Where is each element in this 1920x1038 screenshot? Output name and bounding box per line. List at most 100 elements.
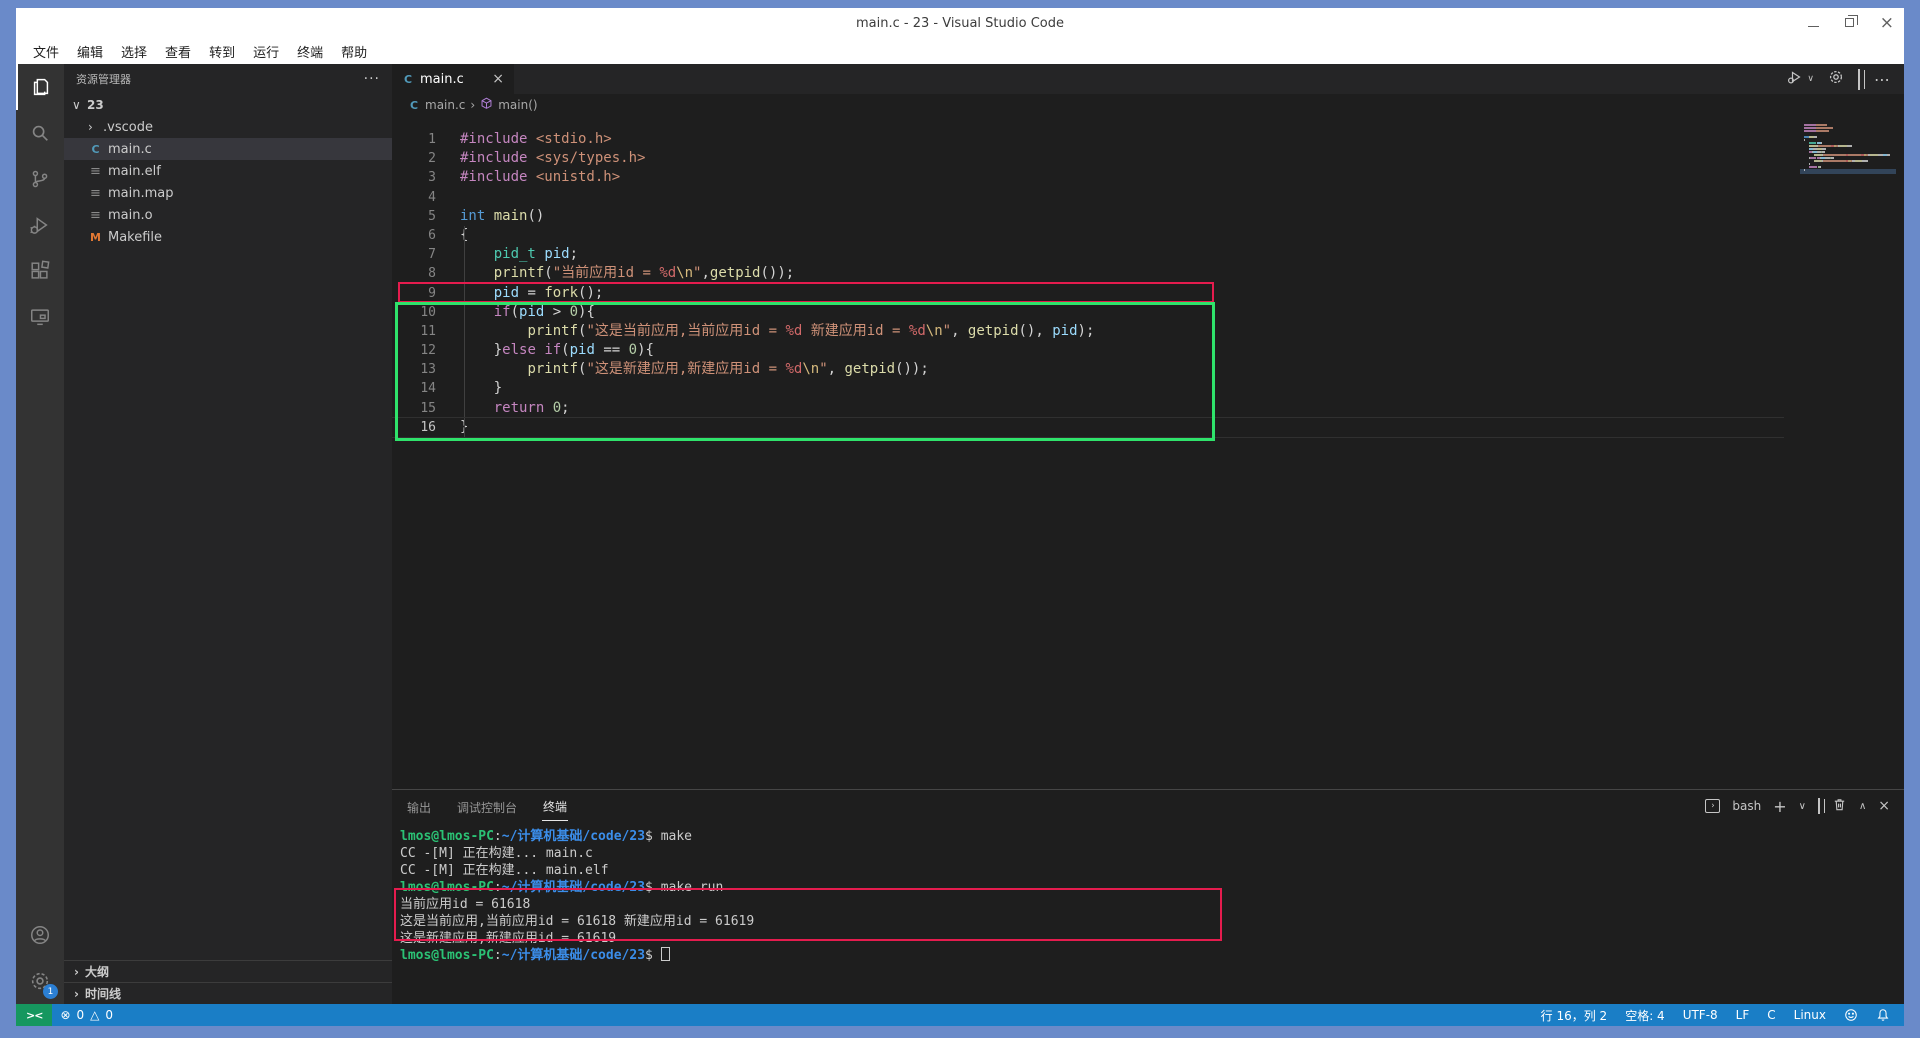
run-debug-button[interactable] [1787, 69, 1803, 89]
file-item-main.map[interactable]: ≡main.map [64, 182, 392, 204]
line-number: 12 [392, 341, 454, 360]
more-actions-icon[interactable]: ⋯ [1874, 70, 1890, 89]
breadcrumb: C main.c › main() [392, 94, 1904, 116]
breadcrumb-symbol[interactable]: main() [498, 98, 537, 112]
code-line-11[interactable]: 11 printf("这是当前应用,当前应用id = %d 新建应用id = %… [392, 322, 1904, 341]
tree-root-folder[interactable]: ∨ 23 [64, 94, 392, 116]
errors-icon: ⊗ [60, 1008, 70, 1022]
code-line-7[interactable]: 7 pid_t pid; [392, 245, 1904, 264]
problems-summary[interactable]: ⊗ 0 △ 0 [52, 1008, 113, 1022]
terminal-line-4: 当前应用id = 61618 [400, 896, 1896, 913]
code-line-1[interactable]: 1#include <stdio.h> [392, 130, 1904, 149]
tab-output[interactable]: 输出 [406, 792, 432, 821]
file-item-.vscode[interactable]: ›.vscode [64, 116, 392, 138]
tab-debug-console[interactable]: 调试控制台 [456, 792, 518, 821]
split-terminal-icon[interactable] [1818, 799, 1820, 813]
notifications-bell-icon[interactable] [1876, 1008, 1890, 1022]
line-text: return 0; [454, 400, 570, 416]
file-item-main.elf[interactable]: ≡main.elf [64, 160, 392, 182]
remote-indicator[interactable]: >< [16, 1004, 52, 1026]
symbol-method-icon [480, 97, 493, 113]
code-line-13[interactable]: 13 printf("这是新建应用,新建应用id = %d\n", getpid… [392, 360, 1904, 379]
menu-0-文件[interactable]: 文件 [24, 39, 68, 64]
menu-3-查看[interactable]: 查看 [156, 39, 200, 64]
tab-main-c[interactable]: C main.c × [392, 64, 514, 94]
chevron-down-icon: ∨ [72, 98, 82, 112]
statusbar-item-0[interactable]: 行 16，列 2 [1541, 1007, 1608, 1024]
statusbar-item-1[interactable]: 空格: 4 [1625, 1007, 1665, 1024]
statusbar-item-5[interactable]: Linux [1794, 1008, 1826, 1022]
file-item-main.o[interactable]: ≡main.o [64, 204, 392, 226]
statusbar-item-3[interactable]: LF [1736, 1008, 1750, 1022]
code-line-14[interactable]: 14 } [392, 379, 1904, 398]
minimize-icon[interactable] [1808, 16, 1819, 30]
code-line-9[interactable]: 9 pid = fork(); [392, 284, 1904, 303]
code-line-16[interactable]: 16} [392, 418, 1904, 437]
code-line-12[interactable]: 12 }else if(pid == 0){ [392, 341, 1904, 360]
tab-label: main.c [420, 72, 464, 87]
chevron-down-icon[interactable]: ∨ [1799, 801, 1806, 812]
account-icon[interactable] [16, 912, 64, 958]
terminal-line-6: 这是新建应用,新建应用id = 61619 [400, 930, 1896, 947]
file-item-Makefile[interactable]: MMakefile [64, 226, 392, 248]
chevron-down-icon[interactable]: ∨ [1807, 74, 1814, 84]
explorer-icon[interactable] [16, 64, 64, 110]
menu-4-转到[interactable]: 转到 [200, 39, 244, 64]
tab-close-icon[interactable]: × [492, 71, 504, 87]
terminal-content[interactable]: lmos@lmos-PC:~/计算机基础/code/23$ makeCC -[M… [392, 822, 1904, 1004]
kill-terminal-icon[interactable] [1832, 797, 1847, 815]
sidebar-title: 资源管理器 [76, 71, 131, 87]
code-line-15[interactable]: 15 return 0; [392, 399, 1904, 418]
settings-badge: 1 [43, 984, 58, 999]
feedback-icon[interactable] [1844, 1008, 1858, 1022]
code-line-2[interactable]: 2#include <sys/types.h> [392, 149, 1904, 168]
minimap[interactable] [1804, 124, 1890, 172]
code-line-3[interactable]: 3#include <unistd.h> [392, 168, 1904, 187]
window-title: main.c - 23 - Visual Studio Code [16, 16, 1904, 31]
line-number: 5 [392, 207, 454, 226]
menubar: 文件编辑选择查看转到运行终端帮助 [16, 38, 1904, 64]
code-line-10[interactable]: 10 if(pid > 0){ [392, 303, 1904, 322]
terminal-line-2: CC -[M] 正在构建... main.elf [400, 862, 1896, 879]
code-editor[interactable]: 1#include <stdio.h>2#include <sys/types.… [392, 116, 1904, 789]
menu-1-编辑[interactable]: 编辑 [68, 39, 112, 64]
code-line-6[interactable]: 6{ [392, 226, 1904, 245]
close-panel-icon[interactable]: × [1878, 798, 1890, 814]
line-number: 3 [392, 168, 454, 187]
settings-gear-icon[interactable] [1828, 69, 1844, 89]
menu-6-终端[interactable]: 终端 [288, 39, 332, 64]
statusbar-right: 行 16，列 2 空格: 4 UTF-8 LF C Linux [1541, 1007, 1904, 1024]
file-item-main.c[interactable]: Cmain.c [64, 138, 392, 160]
search-icon[interactable] [16, 110, 64, 156]
menu-2-选择[interactable]: 选择 [112, 39, 156, 64]
split-editor-icon[interactable] [1858, 70, 1860, 89]
remote-icon: >< [26, 1009, 42, 1022]
restore-icon[interactable] [1845, 16, 1854, 30]
menu-7-帮助[interactable]: 帮助 [332, 39, 376, 64]
code-line-4[interactable]: 4 [392, 188, 1904, 207]
settings-icon[interactable]: 1 [16, 958, 64, 1004]
maximize-panel-icon[interactable]: ∧ [1859, 801, 1866, 812]
more-actions-icon[interactable]: ··· [364, 71, 380, 87]
timeline-section[interactable]: › 时间线 [64, 982, 392, 1004]
menu-5-运行[interactable]: 运行 [244, 39, 288, 64]
breadcrumb-file[interactable]: main.c [425, 98, 465, 112]
remote-explorer-icon[interactable] [16, 294, 64, 340]
extensions-icon[interactable] [16, 248, 64, 294]
close-icon[interactable]: × [1880, 15, 1894, 32]
code-line-5[interactable]: 5int main() [392, 207, 1904, 226]
shell-selector[interactable]: bash [1732, 799, 1761, 813]
statusbar-item-4[interactable]: C [1767, 1008, 1775, 1022]
statusbar-item-2[interactable]: UTF-8 [1683, 1008, 1718, 1022]
new-terminal-icon[interactable]: + [1773, 797, 1786, 816]
run-debug-icon[interactable] [16, 202, 64, 248]
outline-label: 大纲 [85, 963, 109, 980]
outline-section[interactable]: › 大纲 [64, 960, 392, 982]
source-control-icon[interactable] [16, 156, 64, 202]
terminal-toolbar: › bash + ∨ ∧ × [1705, 797, 1890, 816]
line-text: }else if(pid == 0){ [454, 342, 654, 358]
binary-file-icon: ≡ [88, 186, 103, 201]
tab-terminal[interactable]: 终端 [542, 791, 568, 821]
sidebar-bottom-sections: › 大纲 › 时间线 [64, 960, 392, 1004]
code-line-8[interactable]: 8 printf("当前应用id = %d\n",getpid()); [392, 264, 1904, 283]
